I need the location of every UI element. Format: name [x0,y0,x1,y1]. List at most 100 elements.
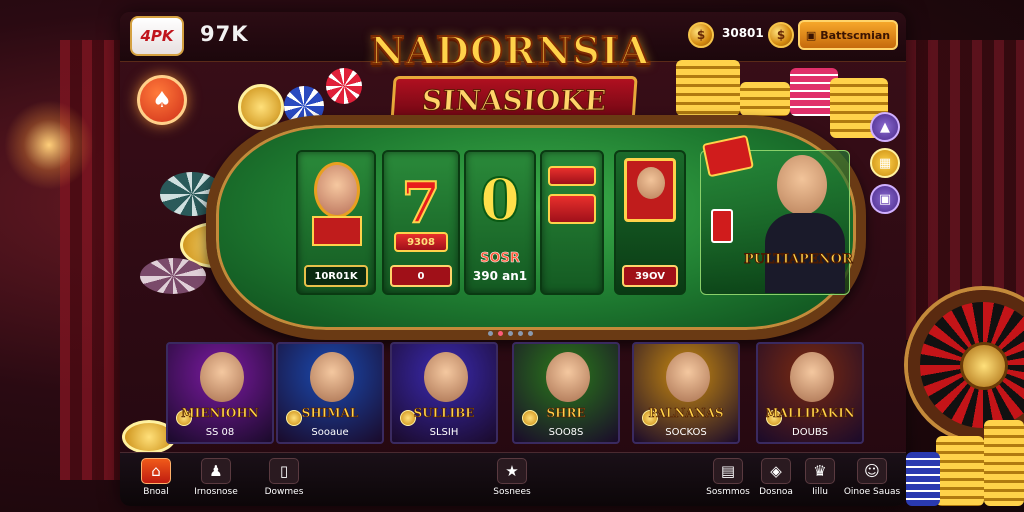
page-dot[interactable] [508,331,513,336]
game-lobby: 4PK 97K $ 30801 $ ▣ Battscmian ♠ NADORNS… [0,0,1024,512]
gift-icon: ◈ [761,458,791,484]
nav-item-oinoe-sauas[interactable]: ☺ Oinoe Sauas [842,458,902,502]
table-pagination[interactable] [488,331,533,336]
nav-label: Dowmes [264,487,304,497]
coin-stack-decoration [936,436,984,506]
gem-symbol [548,194,596,224]
seven-symbol: 7 [401,169,442,237]
dealer-panel[interactable] [700,134,850,295]
player-avatar-icon [637,167,665,199]
game-card-subtitle: DOUBS [792,427,828,438]
gift-icon: ▦ [878,155,892,171]
side-menu-button[interactable]: ▲ [870,112,900,142]
nav-item-bnoal[interactable]: ⌂ Bnoal [126,458,186,502]
card-icon [711,209,733,243]
page-dot[interactable] [528,331,533,336]
game-card-subtitle: SOCKOS [665,427,707,438]
chip-stack-decoration [906,452,940,506]
trophy-icon: ★ [497,458,527,484]
reel-2[interactable]: 7 9308 0 [382,150,460,295]
reel-5-label: 39OV [622,265,678,287]
character-avatar-icon [310,352,354,402]
game-card-subtitle: Sooaue [311,427,349,438]
nav-item-dowmes[interactable]: ▯ Dowmes [254,458,314,502]
brand-name: 97K [200,22,249,46]
nav-label: Irnosnose [194,487,238,497]
crown-icon: ♛ [805,458,835,484]
character-avatar-icon [200,352,244,402]
quick-play-button[interactable]: ♠ [137,75,187,125]
game-card-title: MALLIPAKIN [765,406,855,421]
zero-symbol: 0 [479,165,521,235]
coin-shop-icon[interactable]: $ [768,22,794,48]
reel-1[interactable]: 10R01K [296,150,376,295]
top-action-button[interactable]: ▣ Battscmian [798,20,898,50]
reel-4[interactable] [540,150,604,295]
shop-icon: ▣ [878,191,892,207]
stage-light [4,100,94,190]
dealer-avatar-icon [777,155,827,215]
page-dot-active[interactable] [498,331,503,336]
chip-decoration [140,258,206,294]
nav-item-iillu[interactable]: ♛ Iillu [790,458,850,502]
game-card-title: PALNANAS [648,406,724,421]
logo-text: 4PK [140,27,174,45]
top-action-label: Battscmian [820,28,891,42]
coin-icon: $ [688,22,714,48]
reel-1-label: 10R01K [304,265,368,287]
play-icon: ♠ [152,87,172,113]
profile-icon: ☺ [857,458,887,484]
page-dot[interactable] [488,331,493,336]
roulette-hub [960,342,1008,390]
book-icon: ▯ [269,458,299,484]
wallet-icon: ▤ [713,458,743,484]
coin-balance: 30801 [722,26,764,40]
nav-label: Sosmmos [706,487,750,497]
character-avatar-icon [546,352,590,402]
character-avatar-icon [424,352,468,402]
reel-5[interactable]: 39OV [614,150,686,295]
coin-stack-decoration [740,82,790,116]
game-card[interactable]: PALNANAS SOCKOS [632,342,740,444]
game-card-title: SHRE [546,406,586,421]
game-card-title: SHIMAL [301,406,359,421]
game-card-title: SULLIBE [413,406,475,421]
reel-2-badge: 9308 [394,232,448,252]
player-portrait-frame [624,158,676,222]
game-card[interactable]: MALLIPAKIN DOUBS [756,342,864,444]
crest-icon [312,216,362,246]
page-dot[interactable] [518,331,523,336]
queen-icon [314,162,360,218]
reel-3[interactable]: 0 SOSR 390 an1 [464,150,536,295]
side-shop-button[interactable]: ▣ [870,184,900,214]
character-avatar-icon [790,352,834,402]
game-card[interactable]: SULLIBE SLSIH [390,342,498,444]
reel-2-label: 0 [390,265,452,287]
character-avatar-icon [666,352,710,402]
wallet-icon: ▣ [805,28,817,42]
coin-stack-decoration [984,420,1024,506]
nav-label: Dosnoa [759,487,793,497]
reel-3-label: 390 an1 [472,269,528,283]
nav-item-irnosnose[interactable]: ♟ Irnosnose [186,458,246,502]
coin-stack-decoration [676,60,740,116]
dealer-label: PULTIAPENOR [744,252,854,268]
game-card-title: MIENIOHN [181,406,259,421]
nav-label: Oinoe Sauas [843,487,901,497]
nav-item-sosnees[interactable]: ★ Sosnees [482,458,542,502]
game-card-subtitle: SOO8S [548,427,584,438]
bar-symbol [548,166,596,186]
person-icon: ♟ [201,458,231,484]
game-card-subtitle: SLSIH [429,427,459,438]
nav-label: Bnoal [143,487,169,497]
game-card[interactable]: SHRE SOO8S [512,342,620,444]
game-card[interactable]: MIENIOHN SS 08 [166,342,274,444]
home-icon: ⌂ [141,458,171,484]
game-card-subtitle: SS 08 [205,427,235,438]
nav-label: Iillu [812,487,828,497]
game-card[interactable]: SHIMAL Sooaue [276,342,384,444]
bag-icon: ▲ [880,119,890,135]
side-bonus-button[interactable]: ▦ [870,148,900,178]
app-logo[interactable]: 4PK [130,16,184,56]
nav-label: Sosnees [493,487,531,497]
